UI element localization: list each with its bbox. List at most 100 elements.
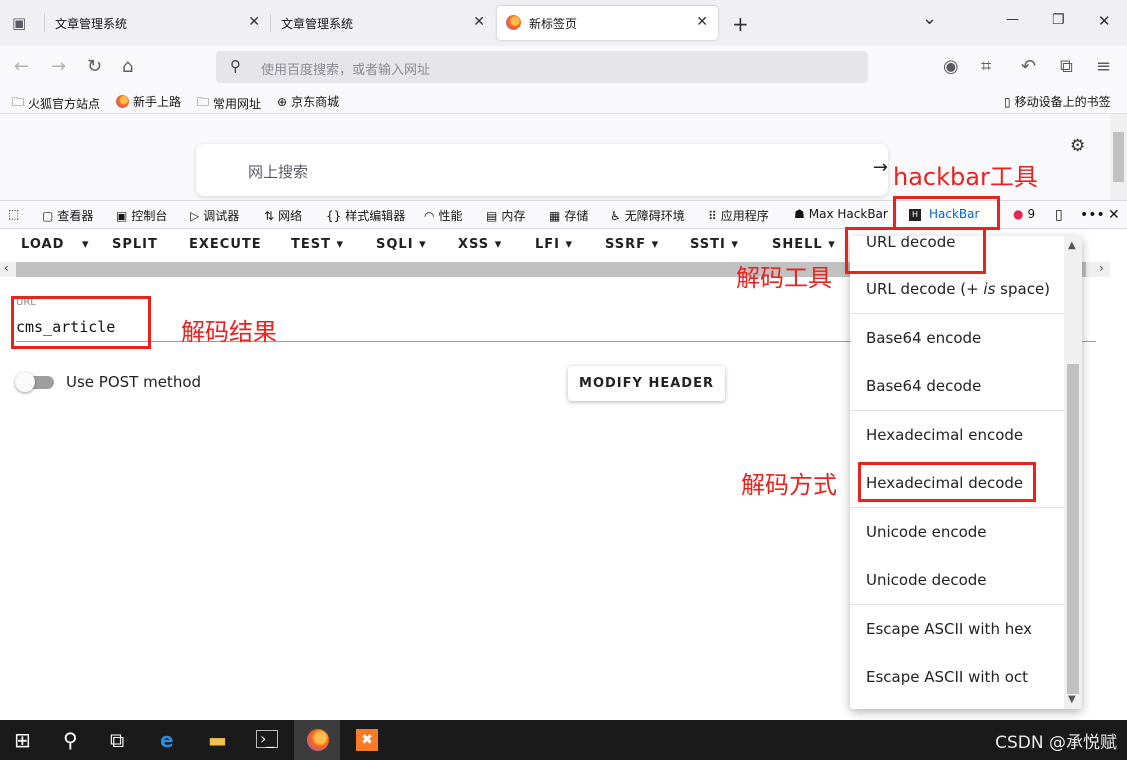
web-search-box[interactable]: 网上搜索 → — [196, 144, 888, 196]
devtools-tab-accessibility[interactable]: ♿ 无障碍环境 — [610, 207, 685, 224]
scrollbar-thumb[interactable] — [1113, 132, 1124, 182]
accessibility-icon: ♿ — [610, 208, 621, 223]
scrollbar-thumb[interactable] — [1067, 364, 1079, 694]
reload-icon[interactable]: ↻ — [87, 56, 102, 77]
scroll-up-icon[interactable]: ▲ — [1068, 240, 1076, 251]
dock-icon[interactable]: ▯ — [1055, 207, 1063, 223]
annotation-box-decode-tool — [845, 227, 986, 274]
close-icon[interactable]: ✕ — [473, 14, 485, 30]
menu-label: LFI — [535, 237, 561, 252]
devtools-tab-debugger[interactable]: ▷ 调试器 — [190, 207, 239, 224]
devtools-tab-max-hackbar[interactable]: ☗ Max HackBar — [794, 207, 888, 221]
firefox-icon[interactable] — [307, 729, 329, 751]
dropdown-item-escape-oct[interactable]: Escape ASCII with oct — [866, 668, 1028, 686]
tab-list-icon[interactable]: ⌄ — [922, 8, 937, 29]
scroll-left-icon[interactable]: ‹ — [4, 261, 9, 275]
dropdown-item-hex-encode[interactable]: Hexadecimal encode — [866, 426, 1023, 444]
back-icon[interactable]: ← — [14, 56, 29, 77]
devtools-tab-memory[interactable]: ▤ 内存 — [486, 207, 525, 224]
new-tab-button[interactable]: + — [732, 12, 749, 36]
account-icon[interactable]: ◉ — [943, 56, 959, 77]
style-editor-icon: {} — [326, 208, 342, 223]
menu-label: SSRF — [605, 237, 647, 252]
menu-lfi[interactable]: LFI ▾ — [535, 237, 573, 252]
web-search-placeholder: 网上搜索 — [248, 163, 309, 181]
arrow-right-icon[interactable]: → — [873, 157, 888, 178]
menu-icon[interactable]: ≡ — [1096, 56, 1111, 77]
page-scrollbar[interactable] — [1110, 114, 1127, 200]
home-icon[interactable]: ⌂ — [122, 56, 133, 77]
tab-article-2[interactable]: 文章管理系统 ✕ — [271, 6, 495, 40]
devtools-tab-application[interactable]: ⠿ 应用程序 — [708, 207, 769, 224]
dropdown-item-url-decode-plus[interactable]: URL decode (+ is space) — [866, 280, 1050, 298]
dropdown-item-unicode-encode[interactable]: Unicode encode — [866, 523, 987, 541]
menu-execute[interactable]: EXECUTE — [189, 237, 262, 252]
close-devtools-icon[interactable]: ✕ — [1108, 207, 1120, 223]
more-options-icon[interactable]: ••• — [1080, 207, 1105, 223]
bookmark-firefox-site[interactable]: 🗀 火狐官方站点 — [12, 93, 100, 114]
menu-ssrf[interactable]: SSRF ▾ — [605, 237, 659, 252]
menu-label: SHELL — [772, 237, 823, 252]
devtools-tab-inspector[interactable]: ▢ 查看器 — [42, 207, 93, 224]
undo-icon[interactable]: ↶ — [1021, 56, 1036, 77]
screenshot-icon[interactable]: ⌗ — [981, 56, 991, 77]
close-window-button[interactable]: ✕ — [1098, 12, 1111, 30]
search-icon[interactable]: ⚲ — [63, 728, 78, 752]
modify-header-button[interactable]: MODIFY HEADER — [568, 366, 725, 401]
error-count-badge[interactable]: ● 9 — [1013, 207, 1035, 221]
devtools-tab-label: 样式编辑器 — [345, 209, 406, 223]
dropdown-item-base64-decode[interactable]: Base64 decode — [866, 377, 981, 395]
close-icon[interactable]: ✕ — [696, 14, 708, 30]
url-bar[interactable]: ⚲ 使用百度搜索，或者输入网址 — [216, 51, 868, 83]
file-explorer-icon[interactable]: ▬ — [208, 728, 227, 752]
terminal-icon[interactable]: ›_ — [256, 730, 279, 748]
devtools-tab-label: 查看器 — [57, 209, 94, 223]
scroll-down-icon[interactable]: ▼ — [1068, 694, 1076, 705]
tab-title: 文章管理系统 — [55, 16, 128, 31]
scroll-right-icon[interactable]: › — [1099, 261, 1104, 275]
devtools-tab-performance[interactable]: ◠ 性能 — [424, 207, 463, 224]
tab-overview-icon[interactable]: ▣ — [12, 14, 26, 32]
menu-xss[interactable]: XSS ▾ — [458, 237, 502, 252]
tab-article-1[interactable]: 文章管理系统 ✕ — [45, 6, 270, 40]
annotation-hackbar-tool: hackbar工具 — [893, 163, 1038, 191]
forward-icon[interactable]: → — [51, 56, 66, 77]
hacker-icon: ☗ — [794, 207, 805, 221]
post-method-toggle-thumb[interactable] — [15, 372, 35, 392]
dropdown-item-base64-encode[interactable]: Base64 encode — [866, 329, 981, 347]
ie-icon[interactable]: e — [160, 728, 174, 752]
bookmark-common-sites[interactable]: 🗀 常用网址 — [197, 93, 261, 114]
application-icon: ⠿ — [708, 208, 717, 223]
dropdown-scrollbar[interactable]: ▲ ▼ — [1064, 236, 1082, 709]
devtools-tab-storage[interactable]: ▦ 存储 — [549, 207, 588, 224]
menu-test[interactable]: TEST ▾ — [291, 237, 344, 252]
extensions-icon[interactable]: ⧉ — [1060, 56, 1073, 77]
annotation-decode-result: 解码结果 — [181, 318, 277, 346]
minimize-button[interactable]: — — [1006, 12, 1019, 27]
devtools-tab-network[interactable]: ⇅ 网络 — [264, 207, 302, 224]
tab-new-tab[interactable]: 新标签页 ✕ — [497, 6, 718, 40]
menu-load[interactable]: LOAD — [21, 237, 64, 252]
dropdown-item-unicode-decode[interactable]: Unicode decode — [866, 571, 987, 589]
menu-split[interactable]: SPLIT — [112, 237, 158, 252]
menu-sqli[interactable]: SQLI ▾ — [376, 237, 427, 252]
close-icon[interactable]: ✕ — [248, 14, 260, 30]
restore-button[interactable]: ❐ — [1052, 12, 1065, 28]
chevron-down-icon[interactable]: ▾ — [82, 237, 90, 252]
annotation-decode-method: 解码方式 — [741, 471, 837, 499]
menu-shell[interactable]: SHELL ▾ — [772, 237, 836, 252]
windows-start-icon[interactable]: ⊞ — [14, 728, 31, 752]
devtools-tab-console[interactable]: ▣ 控制台 — [116, 207, 167, 224]
menu-ssti[interactable]: SSTI ▾ — [690, 237, 739, 252]
tab-bar: ▣ 文章管理系统 ✕ 文章管理系统 ✕ 新标签页 ✕ + ⌄ — ❐ ✕ — [0, 0, 1127, 46]
dropdown-item-escape-hex[interactable]: Escape ASCII with hex — [866, 620, 1032, 638]
gear-icon[interactable]: ⚙ — [1070, 136, 1085, 156]
xampp-icon[interactable]: ✖ — [356, 729, 378, 751]
picker-icon[interactable]: ⬚ — [8, 207, 19, 221]
devtools-tab-style-editor[interactable]: {} 样式编辑器 — [326, 207, 405, 224]
search-icon: ⚲ — [230, 57, 241, 75]
task-view-icon[interactable]: ⧉ — [110, 728, 124, 752]
bookmark-jd[interactable]: ⊕ 京东商城 — [277, 93, 339, 110]
bookmark-mobile[interactable]: ▯ 移动设备上的书签 — [1004, 93, 1111, 110]
bookmark-getting-started[interactable]: 新手上路 — [116, 93, 181, 110]
